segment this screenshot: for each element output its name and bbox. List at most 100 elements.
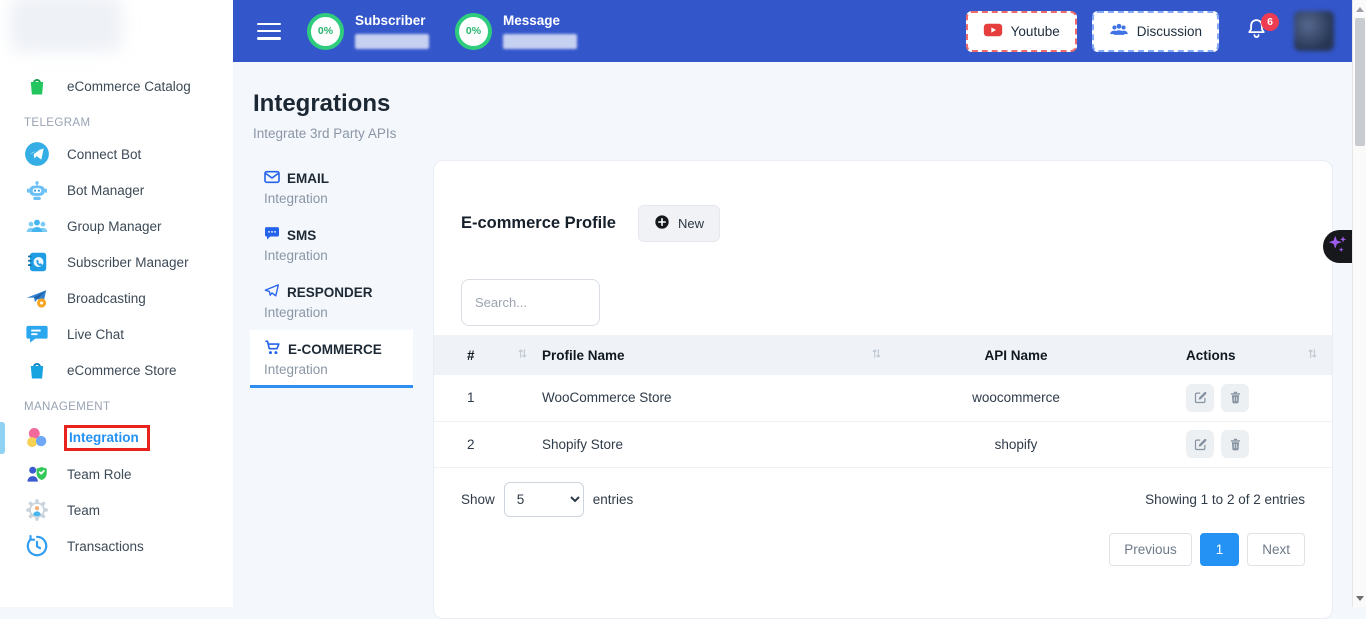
sidebar-item-label: Live Chat — [67, 327, 124, 342]
api-name-cell: woocommerce — [896, 375, 1136, 421]
sidebar-item-integration[interactable]: Integration — [0, 420, 233, 456]
integration-subnav: EMAIL Integration SMS Integration RESPON… — [250, 160, 413, 388]
sidebar-item-connect-bot[interactable]: Connect Bot — [0, 136, 233, 172]
sidebar-item-team[interactable]: Team — [0, 492, 233, 528]
sidebar-item-label: Bot Manager — [67, 183, 144, 198]
sidebar-item-label: eCommerce Catalog — [67, 79, 191, 94]
subscriber-stat: 0% Subscriber — [307, 13, 429, 50]
delete-button[interactable] — [1221, 430, 1249, 458]
table-row: 2 Shopify Store shopify — [434, 421, 1332, 467]
api-name-cell: shopify — [896, 421, 1136, 467]
sort-icon[interactable] — [517, 347, 528, 363]
sidebar-item-broadcasting[interactable]: Broadcasting — [0, 280, 233, 316]
annotation-highlight-box: Integration — [64, 425, 150, 451]
sidebar-item-transactions[interactable]: Transactions — [0, 528, 233, 564]
page-scrollbar[interactable] — [1352, 0, 1366, 607]
sidebar-item-label: Connect Bot — [67, 147, 141, 162]
message-progress-ring: 0% — [455, 13, 492, 50]
table-row: 1 WooCommerce Store woocommerce — [434, 375, 1332, 421]
responder-icon — [264, 283, 280, 301]
sort-icon[interactable] — [871, 347, 882, 363]
active-indicator — [0, 422, 5, 454]
redacted-value — [503, 34, 577, 49]
ecommerce-profile-card: E-commerce Profile New # Profile Name — [433, 160, 1333, 619]
sidebar-item-team-role[interactable]: Team Role — [0, 456, 233, 492]
sort-icon[interactable] — [1307, 347, 1318, 363]
chat-bubble-icon — [24, 321, 50, 347]
sparkles-icon — [1327, 232, 1349, 261]
edit-button[interactable] — [1186, 384, 1214, 412]
column-header-num[interactable]: # — [434, 335, 542, 375]
sidebar-item-group-manager[interactable]: Group Manager — [0, 208, 233, 244]
column-header-api-name[interactable]: API Name — [896, 335, 1136, 375]
discussion-button-label: Discussion — [1137, 24, 1202, 39]
email-icon — [264, 170, 280, 187]
column-header-profile-name[interactable]: Profile Name — [542, 335, 896, 375]
notifications-button[interactable]: 6 — [1244, 16, 1269, 47]
entries-label: entries — [593, 492, 634, 507]
subnav-item-responder[interactable]: RESPONDER Integration — [250, 273, 413, 330]
app-logo — [10, 0, 122, 52]
history-clock-icon — [24, 533, 50, 559]
sidebar-item-bot-manager[interactable]: Bot Manager — [0, 172, 233, 208]
main-content: Integrations Integrate 3rd Party APIs EM… — [233, 62, 1352, 607]
subnav-title: EMAIL — [287, 171, 329, 186]
subscriber-stat-label: Subscriber — [355, 13, 429, 28]
sidebar-item-ecommerce-catalog[interactable]: eCommerce Catalog — [0, 68, 233, 104]
subnav-item-sms[interactable]: SMS Integration — [250, 216, 413, 273]
robot-icon — [24, 177, 50, 203]
youtube-icon — [983, 22, 1003, 41]
subnav-subtitle: Integration — [264, 305, 413, 320]
people-group-icon — [24, 213, 50, 239]
column-header-actions[interactable]: Actions — [1136, 335, 1332, 375]
discussion-button[interactable]: Discussion — [1092, 11, 1219, 52]
sidebar-item-label: Broadcasting — [67, 291, 146, 306]
notification-count-badge: 6 — [1261, 13, 1279, 31]
youtube-button[interactable]: Youtube — [966, 11, 1077, 52]
subnav-item-ecommerce[interactable]: E-COMMERCE Integration — [250, 330, 413, 388]
scrollbar-thumb[interactable] — [1355, 18, 1365, 146]
message-stat-label: Message — [503, 13, 577, 28]
scrollbar-down-arrow[interactable] — [1353, 591, 1366, 605]
scrollbar-up-arrow[interactable] — [1353, 2, 1366, 16]
page-subtitle: Integrate 3rd Party APIs — [253, 126, 1352, 141]
sidebar-item-label: Subscriber Manager — [67, 255, 189, 270]
discussion-people-icon — [1109, 22, 1129, 41]
hamburger-menu-icon[interactable] — [257, 23, 281, 40]
sidebar-section-telegram: TELEGRAM — [0, 104, 233, 136]
previous-page-button[interactable]: Previous — [1109, 533, 1192, 566]
user-avatar[interactable] — [1294, 11, 1334, 51]
contact-book-phone-icon — [24, 249, 50, 275]
broadcast-plane-icon — [24, 285, 50, 311]
sidebar-item-label: Transactions — [67, 539, 144, 554]
blue-shopping-bag-icon — [24, 357, 50, 383]
youtube-button-label: Youtube — [1011, 24, 1060, 39]
delete-button[interactable] — [1221, 384, 1249, 412]
new-button-label: New — [678, 216, 704, 231]
table-header-row: # Profile Name API Name Actions — [434, 335, 1332, 375]
search-input[interactable] — [461, 279, 600, 326]
subnav-subtitle: Integration — [264, 191, 413, 206]
ai-assistant-button[interactable] — [1323, 230, 1352, 263]
subnav-subtitle: Integration — [264, 248, 413, 263]
sidebar-item-ecommerce-store[interactable]: eCommerce Store — [0, 352, 233, 388]
edit-button[interactable] — [1186, 430, 1214, 458]
bell-icon — [1244, 29, 1269, 46]
subnav-item-email[interactable]: EMAIL Integration — [250, 160, 413, 216]
sidebar-item-subscriber-manager[interactable]: Subscriber Manager — [0, 244, 233, 280]
sidebar-section-management: MANAGEMENT — [0, 388, 233, 420]
gear-person-icon — [24, 497, 50, 523]
cart-icon — [264, 340, 281, 358]
page-size-select[interactable]: 5 — [504, 482, 584, 517]
subscriber-progress-ring: 0% — [307, 13, 344, 50]
actions-cell — [1136, 421, 1332, 467]
sidebar: eCommerce Catalog TELEGRAM Connect Bot B… — [0, 0, 233, 607]
sms-icon — [264, 226, 280, 244]
new-profile-button[interactable]: New — [638, 205, 720, 242]
next-page-button[interactable]: Next — [1247, 533, 1305, 566]
telegram-plane-icon — [24, 141, 50, 167]
sidebar-item-live-chat[interactable]: Live Chat — [0, 316, 233, 352]
showing-entries-text: Showing 1 to 2 of 2 entries — [1145, 492, 1305, 507]
page-1-button[interactable]: 1 — [1200, 533, 1240, 566]
card-title: E-commerce Profile — [461, 214, 616, 233]
